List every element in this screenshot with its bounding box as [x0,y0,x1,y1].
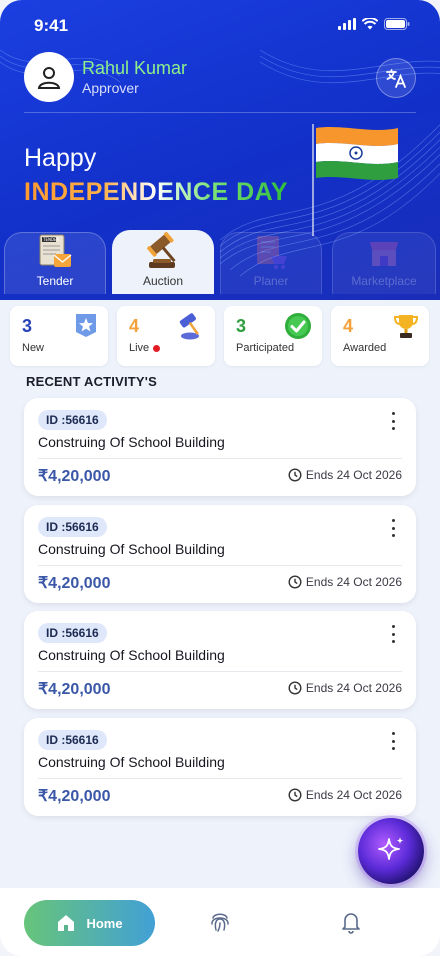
translate-icon [386,69,406,88]
activity-end-text: Ends 24 Oct 2026 [305,468,402,482]
card-divider [38,778,402,779]
stat-label: Participated [236,342,294,354]
stat-label-text: Participated [236,342,295,354]
activity-id-badge: ID :56616 [38,410,107,430]
stat-card-live[interactable]: 4 Live [117,306,215,366]
stat-label-text: New [22,342,45,354]
activity-id-badge: ID :56616 [38,623,107,643]
stat-label-text: Live [129,342,150,354]
card-divider [38,458,402,459]
activity-title: Construing Of School Building [38,647,225,663]
clock-icon [288,575,302,589]
stat-value: 4 [129,316,140,336]
stat-label: New [22,342,44,354]
tab-planer[interactable]: Planer [220,232,322,294]
more-options-icon[interactable] [390,519,396,537]
stat-card-participated[interactable]: 3 Participated [224,306,322,366]
activity-end-text: Ends 24 Oct 2026 [305,788,402,802]
fingerprint-icon[interactable] [209,910,231,934]
activity-price: ₹4,20,000 [38,575,111,592]
indian-flag-icon [312,124,398,236]
tab-marketplace[interactable]: Marketplace [332,232,436,294]
activity-id-badge: ID :56616 [38,730,107,750]
status-bar: 9:41 [0,14,440,38]
trophy-icon [393,315,419,338]
tab-label: Auction [142,274,184,288]
clock-icon [288,468,302,482]
banner-title: INDEPENDENCE DAY [24,178,289,206]
bottom-navigation: Home [0,888,440,956]
tab-label: Planer [253,274,289,288]
tab-label: Marketplace [351,274,417,288]
tab-tender[interactable]: TENDER Tender [4,232,106,294]
header-divider [24,112,416,113]
translate-button[interactable] [376,58,416,98]
activity-card[interactable]: ID :56616 Construing Of School Building … [24,505,416,603]
battery-icon [384,18,410,30]
clock-icon [288,681,302,695]
activity-end-date: Ends 24 Oct 2026 [288,575,402,589]
section-title: RECENT ACTIVITY'S [26,374,157,389]
activity-price: ₹4,20,000 [38,788,111,805]
activity-id-badge: ID :56616 [38,517,107,537]
gavel-icon [179,313,199,340]
banner-happy-text: Happy [24,144,97,172]
tender-document-icon: TENDER [39,234,72,267]
activity-card[interactable]: ID :56616 Construing Of School Building … [24,611,416,709]
wifi-icon [362,18,378,30]
stat-label: Awarded [343,342,386,354]
activity-title: Construing Of School Building [38,434,225,450]
stat-label: Live [129,342,161,354]
app-screen: 9:41 Rahul Kumar Approver Happy INDEPEND… [0,0,440,956]
stat-value: 3 [236,316,247,336]
activity-end-text: Ends 24 Oct 2026 [305,681,402,695]
stat-value: 4 [343,316,354,336]
more-options-icon[interactable] [390,412,396,430]
activity-end-date: Ends 24 Oct 2026 [288,681,402,695]
activity-end-text: Ends 24 Oct 2026 [305,575,402,589]
notification-bell-icon[interactable] [340,910,362,934]
tab-label: Tender [36,274,74,288]
more-options-icon[interactable] [390,625,396,643]
activity-end-date: Ends 24 Oct 2026 [288,788,402,802]
card-divider [38,565,402,566]
ai-assistant-button[interactable] [358,818,424,884]
marketplace-shop-icon [370,242,398,266]
status-time: 9:41 [34,16,69,35]
activity-price: ₹4,20,000 [38,468,111,485]
user-icon [37,67,61,89]
sparkle-icon [378,837,404,860]
nav-home-label: Home [86,915,123,931]
activity-end-date: Ends 24 Oct 2026 [288,468,402,482]
gavel-icon [147,232,176,268]
planner-cart-icon [257,236,287,269]
stat-value: 3 [22,316,33,336]
more-options-icon[interactable] [390,732,396,750]
svg-text:TENDER: TENDER [42,237,60,242]
stat-card-new[interactable]: 3 New [10,306,108,366]
status-icons [338,18,410,30]
stat-label-text: Awarded [343,342,387,354]
activity-card[interactable]: ID :56616 Construing Of School Building … [24,718,416,816]
user-name: Rahul Kumar [82,58,188,78]
star-badge-icon [76,314,96,337]
check-circle-icon [285,313,311,339]
live-dot-icon [153,344,161,352]
stat-card-awarded[interactable]: 4 Awarded [331,306,429,366]
nav-home-button[interactable]: Home [24,900,155,946]
home-icon [58,915,75,931]
activity-card[interactable]: ID :56616 Construing Of School Building … [24,398,416,496]
user-role: Approver [82,80,139,96]
avatar[interactable] [24,52,74,102]
activity-title: Construing Of School Building [38,754,225,770]
activity-title: Construing Of School Building [38,541,225,557]
activity-price: ₹4,20,000 [38,681,111,698]
signal-icon [338,18,356,30]
clock-icon [288,788,302,802]
tab-auction[interactable]: Auction [112,230,214,294]
card-divider [38,671,402,672]
